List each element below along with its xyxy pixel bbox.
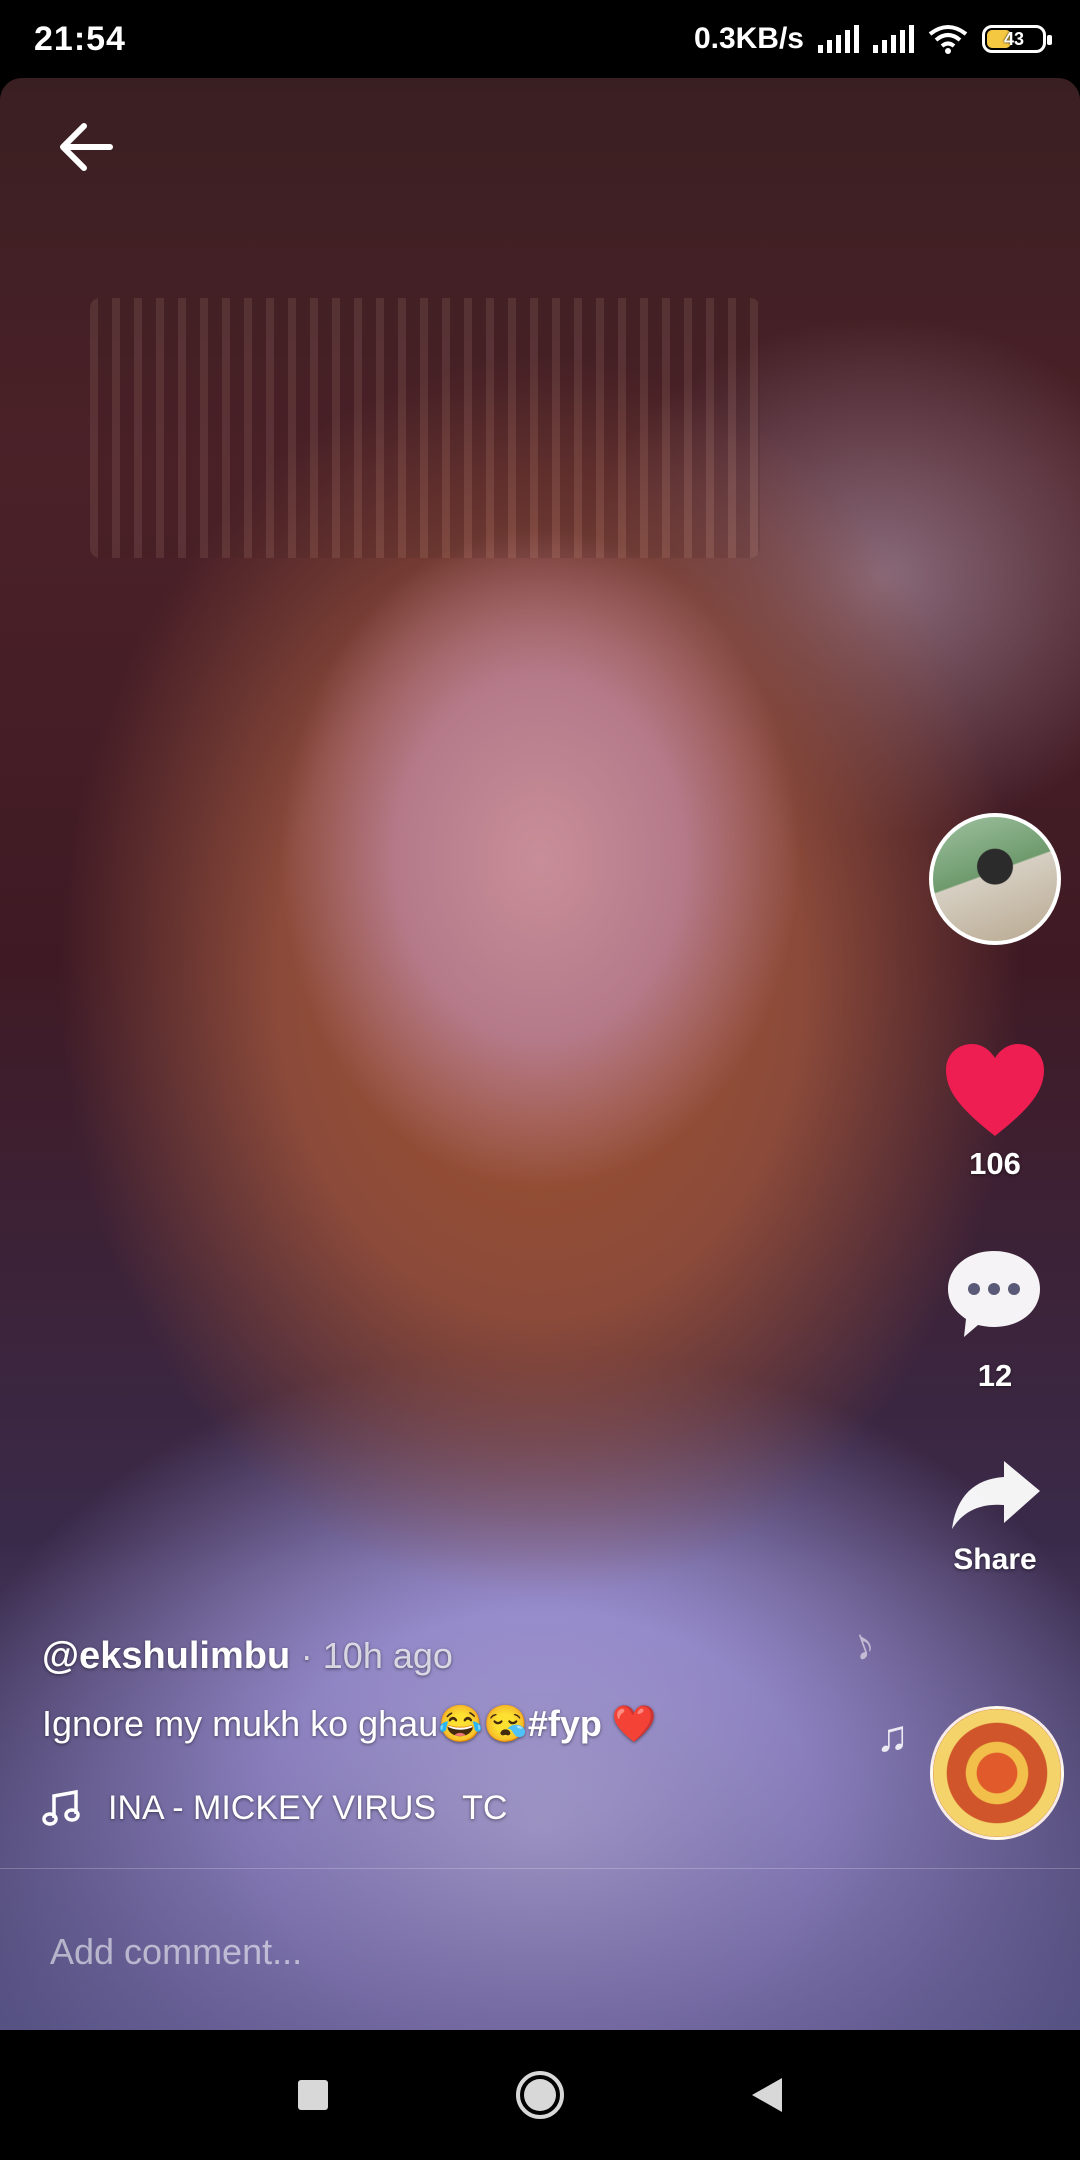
music-info[interactable]: INA - MICKEY VIRUS TC bbox=[42, 1788, 507, 1828]
back-arrow-icon[interactable] bbox=[52, 112, 122, 182]
creator-avatar[interactable] bbox=[929, 813, 1061, 945]
battery-icon: 43 bbox=[982, 25, 1052, 53]
system-nav-bar bbox=[0, 2030, 1080, 2160]
add-comment-input[interactable]: Add comment... bbox=[0, 1869, 1080, 2030]
caption-text: Ignore my mukh ko ghau😂😪 bbox=[42, 1703, 528, 1744]
caption-emoji: ❤️ bbox=[611, 1703, 657, 1744]
heart-icon[interactable] bbox=[942, 1040, 1048, 1140]
hashtag-link[interactable]: #fyp bbox=[528, 1703, 602, 1744]
comment-count: 12 bbox=[977, 1358, 1013, 1393]
video-caption: Ignore my mukh ko ghau😂😪#fyp ❤️ bbox=[42, 1703, 657, 1745]
share-label[interactable]: Share bbox=[920, 1543, 1070, 1577]
comment-icon[interactable] bbox=[944, 1247, 1044, 1341]
music-disc-icon[interactable] bbox=[930, 1706, 1064, 1840]
floating-note-icon: ♫ bbox=[876, 1712, 909, 1761]
network-speed: 0.3KB/s bbox=[693, 22, 804, 55]
circle-icon bbox=[515, 2071, 564, 2119]
status-time: 21:54 bbox=[34, 19, 126, 58]
wifi-icon bbox=[928, 25, 968, 54]
music-note-icon bbox=[42, 1789, 80, 1826]
status-icons: 0.3KB/s 43 bbox=[693, 22, 1052, 56]
recents-button[interactable] bbox=[283, 2065, 343, 2125]
share-icon[interactable] bbox=[948, 1457, 1044, 1533]
triangle-back-icon bbox=[751, 2078, 782, 2112]
username-line: @ekshulimbu · 10h ago bbox=[42, 1635, 453, 1677]
signal-icon bbox=[818, 25, 859, 53]
home-button[interactable] bbox=[510, 2065, 570, 2125]
status-bar: 21:54 0.3KB/s 43 bbox=[0, 0, 1080, 78]
music-title: INA - MICKEY VIRUS bbox=[108, 1788, 437, 1827]
signal-icon bbox=[873, 25, 914, 53]
like-count: 106 bbox=[969, 1146, 1021, 1181]
back-button[interactable] bbox=[737, 2065, 797, 2125]
square-icon bbox=[298, 2080, 329, 2110]
username-link[interactable]: @ekshulimbu bbox=[42, 1635, 290, 1677]
music-credit: TC bbox=[462, 1788, 508, 1827]
post-time: 10h ago bbox=[322, 1635, 453, 1676]
